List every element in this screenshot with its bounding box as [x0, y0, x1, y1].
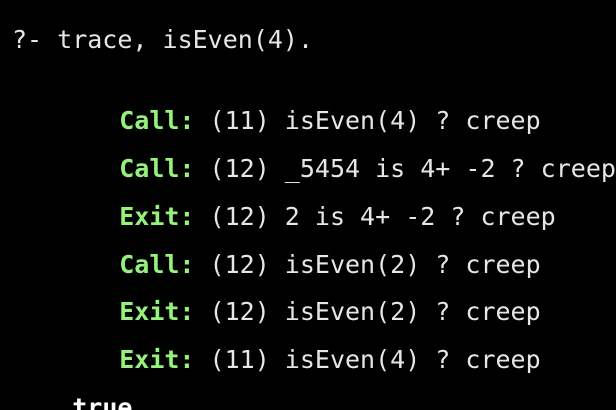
result-line: true .	[12, 357, 162, 410]
trace-line: Exit: (12) 2 is 4+ -2 ? creep	[59, 166, 556, 231]
trace-line: Call: (12) _5454 is 4+ -2 ? creep	[59, 118, 616, 183]
trace-line: Exit: (11) isEven(4) ? creep	[59, 309, 540, 374]
trace-line: Exit: (12) isEven(2) ? creep	[59, 261, 540, 326]
trace-goal-text: (11) isEven(4) ? creep	[194, 345, 541, 374]
terminal-window[interactable]: ?- trace, isEven(4). Call: (11) isEven(4…	[0, 0, 616, 410]
trace-line: Call: (12) isEven(2) ? creep	[59, 214, 540, 279]
prompt-line: ?- trace, isEven(4).	[12, 25, 314, 54]
result-terminator: .	[132, 393, 163, 410]
result-value: true	[72, 393, 133, 410]
trace-line: Call: (11) isEven(4) ? creep	[59, 70, 540, 135]
